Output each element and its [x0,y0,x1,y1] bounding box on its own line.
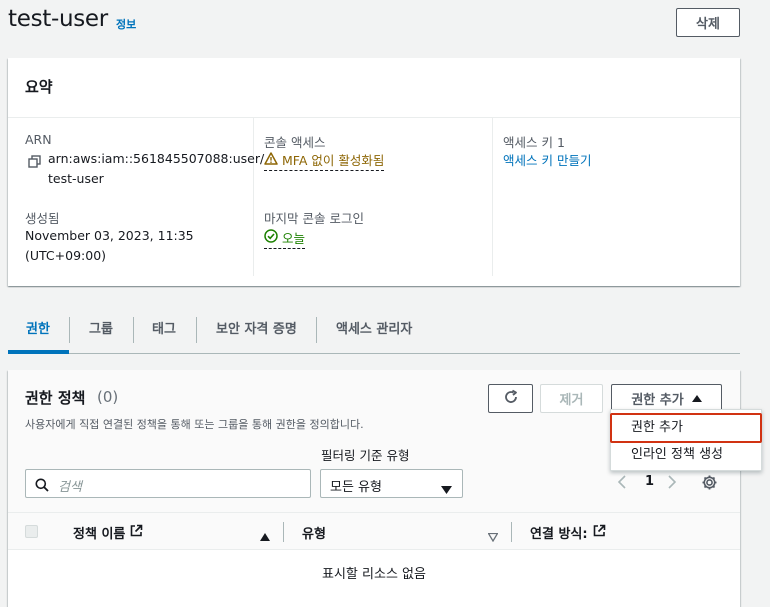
tab-groups[interactable]: 그룹 [89,318,113,337]
summary-title: 요약 [25,78,53,96]
arn-value-line1: arn:aws:iam::561845507088:user/ [48,151,265,166]
tab-security-credentials[interactable]: 보안 자격 증명 [216,318,297,337]
gear-icon[interactable] [701,474,718,495]
page-number[interactable]: 1 [645,474,654,489]
column-attached-via[interactable]: 연결 방식: [530,523,606,542]
permission-policies-title: 권한 정책 [25,389,86,407]
arn-label: ARN [25,132,52,147]
table-header: 정책 이름 유형 연결 방식: [8,512,740,550]
chevron-left-icon[interactable] [617,474,627,494]
column-separator [511,522,512,542]
access-key-label: 액세스 키 1 [503,135,565,150]
refresh-icon [503,389,519,409]
console-access-label: 콘솔 액세스 [264,135,326,150]
tab-separator [316,317,317,343]
add-permissions-menu: 권한 추가 인라인 정책 생성 [610,409,762,471]
caret-down-icon [441,480,452,499]
tab-tags[interactable]: 태그 [152,318,176,337]
column-separator [283,522,284,542]
filter-type-label: 필터링 기준 유형 [321,448,410,463]
search-icon [35,477,49,496]
add-permissions-label: 권한 추가 [631,393,684,408]
created-value-line2: (UTC+09:00) [25,248,107,263]
arn-value-line2: test-user [48,171,104,186]
policy-count: (0) [97,388,119,406]
created-value-line1: November 03, 2023, 11:35 [25,228,194,243]
console-access-status[interactable]: MFA 없이 활성화됨 [264,150,385,171]
active-tab-indicator [8,350,69,354]
created-label: 생성됨 [25,211,60,226]
success-check-icon [264,229,278,246]
delete-button[interactable]: 삭제 [676,8,740,37]
page-title: test-user [8,6,108,32]
empty-table-message: 표시할 리소스 없음 [322,567,426,582]
menu-item-create-inline-policy[interactable]: 인라인 정책 생성 [611,440,761,470]
type-filter-select[interactable]: 모든 유형 [320,469,463,498]
select-all-checkbox[interactable] [25,525,38,538]
permission-policies-description: 사용자에게 직접 연결된 정책을 통해 또는 그룹을 통해 권한을 정의합니다. [25,418,364,431]
chevron-right-icon[interactable] [667,474,677,494]
last-login-status[interactable]: 오늘 [264,228,306,249]
sort-ascending-icon[interactable] [260,526,270,545]
summary-panel: 요약 ARN arn:aws:iam::561845507088:user/ t… [8,58,740,286]
type-filter-value: 모든 유형 [330,480,382,495]
last-login-value: 오늘 [282,231,306,246]
search-placeholder: 검색 [58,480,82,495]
refresh-button[interactable] [488,384,533,413]
search-input[interactable]: 검색 [25,469,311,498]
tab-access-advisor[interactable]: 액세스 관리자 [336,318,412,337]
external-link-icon [593,524,606,541]
column-type[interactable]: 유형 [302,523,326,542]
sort-icon[interactable] [487,527,499,546]
tab-permissions[interactable]: 권한 [26,318,50,337]
permission-policies-panel: 권한 정책 (0) 사용자에게 직접 연결된 정책을 통해 또는 그룹을 통해 … [8,370,740,607]
external-link-icon [130,524,143,541]
info-link[interactable]: 정보 [116,16,136,32]
copy-icon[interactable] [28,154,42,173]
create-access-key-link[interactable]: 액세스 키 만들기 [503,150,591,169]
warning-icon [264,151,278,168]
tab-separator [196,317,197,343]
column-attached-via-label: 연결 방식: [530,527,588,542]
column-divider [253,118,254,276]
last-login-label: 마지막 콘솔 로그인 [264,211,364,226]
summary-header: 요약 [8,58,740,118]
column-divider [492,118,493,276]
highlight-box [610,413,762,443]
tab-separator [133,317,134,343]
caret-up-icon [691,391,702,406]
column-policy-name[interactable]: 정책 이름 [73,523,143,542]
console-access-value: MFA 없이 활성화됨 [282,153,385,168]
column-policy-name-label: 정책 이름 [73,527,126,542]
remove-button[interactable]: 제거 [540,384,603,413]
tab-bar: 권한 그룹 태그 보안 자격 증명 액세스 관리자 [8,306,740,354]
tab-separator [69,317,70,343]
